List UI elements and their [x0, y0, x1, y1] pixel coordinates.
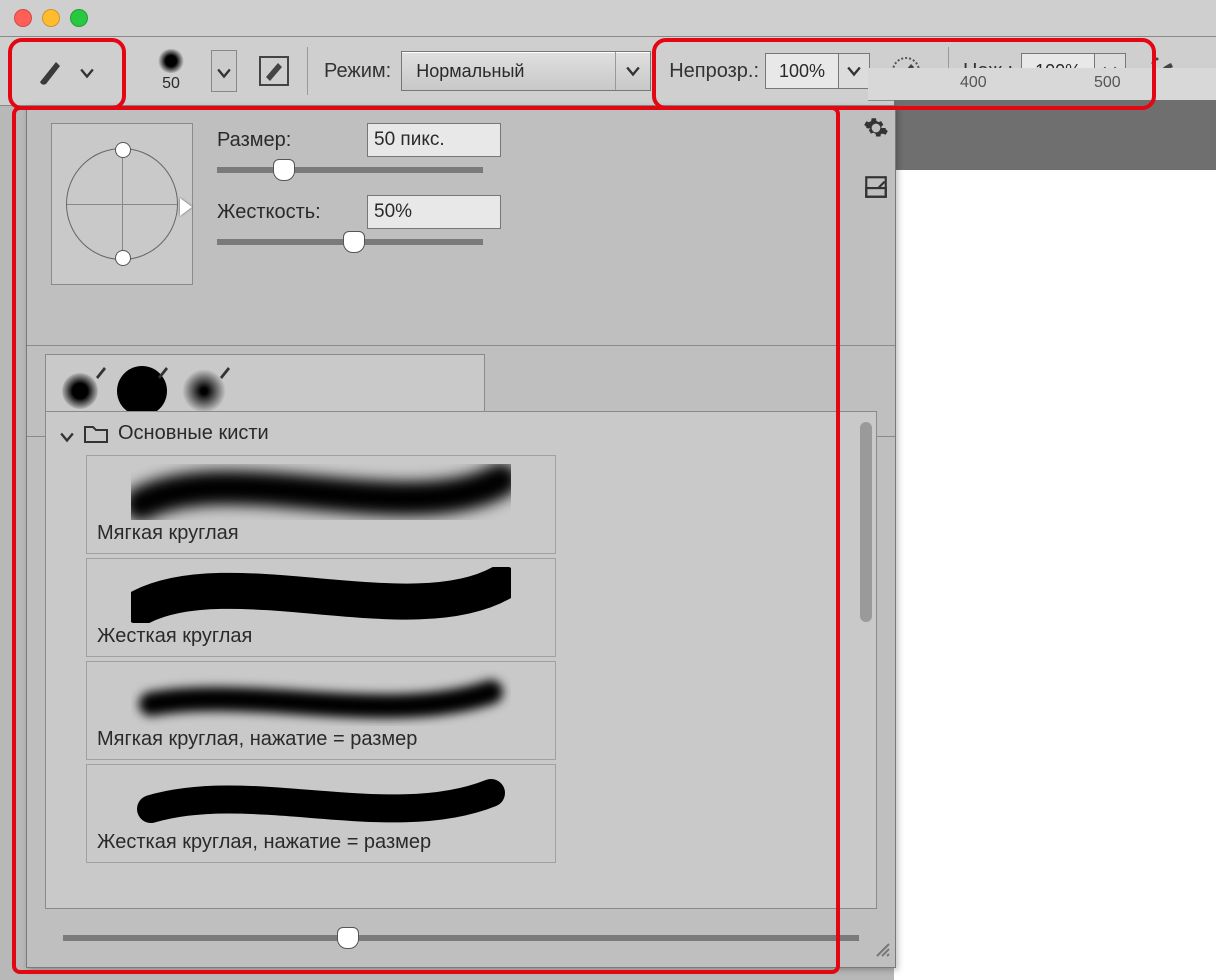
- brush-angle-control[interactable]: [51, 123, 193, 285]
- ruler-tick: 400: [960, 74, 987, 92]
- brush-preset-picker[interactable]: 50: [131, 48, 211, 94]
- new-preset-icon: [863, 174, 889, 200]
- preset-list: Основные кисти Мягкая круглая Жесткая кр…: [45, 411, 877, 909]
- resize-handle-icon[interactable]: [873, 940, 891, 963]
- preset-item[interactable]: Жесткая круглая, нажатие = размер: [86, 764, 556, 863]
- ruler-tick: 500: [1094, 74, 1121, 92]
- brush-preset-dropdown[interactable]: [211, 50, 237, 92]
- mode-value: Нормальный: [402, 61, 538, 82]
- size-input[interactable]: 50 пикс.: [367, 123, 501, 157]
- hardness-input[interactable]: 50%: [367, 195, 501, 229]
- preset-name: Жесткая круглая: [97, 625, 545, 648]
- maximize-window-button[interactable]: [70, 9, 88, 27]
- folder-name: Основные кисти: [118, 422, 269, 445]
- size-slider[interactable]: [217, 167, 483, 173]
- preset-name: Мягкая круглая, нажатие = размер: [97, 728, 545, 751]
- size-label: Размер:: [217, 129, 367, 152]
- brush-settings-button[interactable]: [247, 48, 301, 94]
- new-preset-button[interactable]: [863, 174, 889, 205]
- mode-select[interactable]: Нормальный: [401, 51, 651, 91]
- opacity-field[interactable]: 100%: [765, 53, 870, 89]
- chevron-down-icon: [217, 64, 231, 78]
- brush-size-readout: 50: [162, 75, 180, 93]
- close-window-button[interactable]: [14, 9, 32, 27]
- divider: [307, 47, 308, 95]
- divider: [124, 47, 125, 95]
- gear-icon: [863, 115, 889, 141]
- preview-size-slider[interactable]: [63, 935, 859, 941]
- brush-popup: Размер: 50 пикс. Жесткость: 50%: [26, 106, 896, 968]
- popup-settings-button[interactable]: [863, 115, 889, 146]
- tool-preset-button[interactable]: [10, 48, 118, 94]
- mode-label: Режим:: [324, 60, 391, 83]
- preset-name: Жесткая круглая, нажатие = размер: [97, 831, 545, 854]
- opacity-value[interactable]: 100%: [765, 53, 839, 89]
- pen-icon: [218, 365, 232, 379]
- chevron-down-icon: [60, 427, 74, 441]
- opacity-label: Непрозр.:: [669, 60, 759, 83]
- minimize-window-button[interactable]: [42, 9, 60, 27]
- hardness-label: Жесткость:: [217, 201, 367, 224]
- pen-icon: [94, 365, 108, 379]
- hardness-slider[interactable]: [217, 239, 483, 245]
- arrow-right-icon: [180, 198, 192, 216]
- chevron-down-icon: [80, 64, 94, 78]
- preset-name: Мягкая круглая: [97, 522, 545, 545]
- chevron-down-icon: [615, 52, 650, 90]
- preset-folder[interactable]: Основные кисти: [46, 412, 876, 455]
- canvas-outside: [894, 100, 1216, 170]
- preset-item[interactable]: Жесткая круглая: [86, 558, 556, 657]
- preset-item[interactable]: Мягкая круглая: [86, 455, 556, 554]
- folder-icon: [84, 424, 108, 444]
- chevron-down-icon[interactable]: [839, 53, 870, 89]
- brush-panel-icon: [256, 53, 292, 89]
- titlebar: [0, 0, 1216, 37]
- brush-thumbnail: [157, 49, 185, 73]
- ruler-horizontal: 400 500 600: [868, 68, 1216, 101]
- canvas[interactable]: [894, 170, 1216, 980]
- pen-icon: [156, 365, 170, 379]
- scrollbar[interactable]: [860, 422, 872, 622]
- preset-item[interactable]: Мягкая круглая, нажатие = размер: [86, 661, 556, 760]
- brush-icon: [34, 54, 68, 88]
